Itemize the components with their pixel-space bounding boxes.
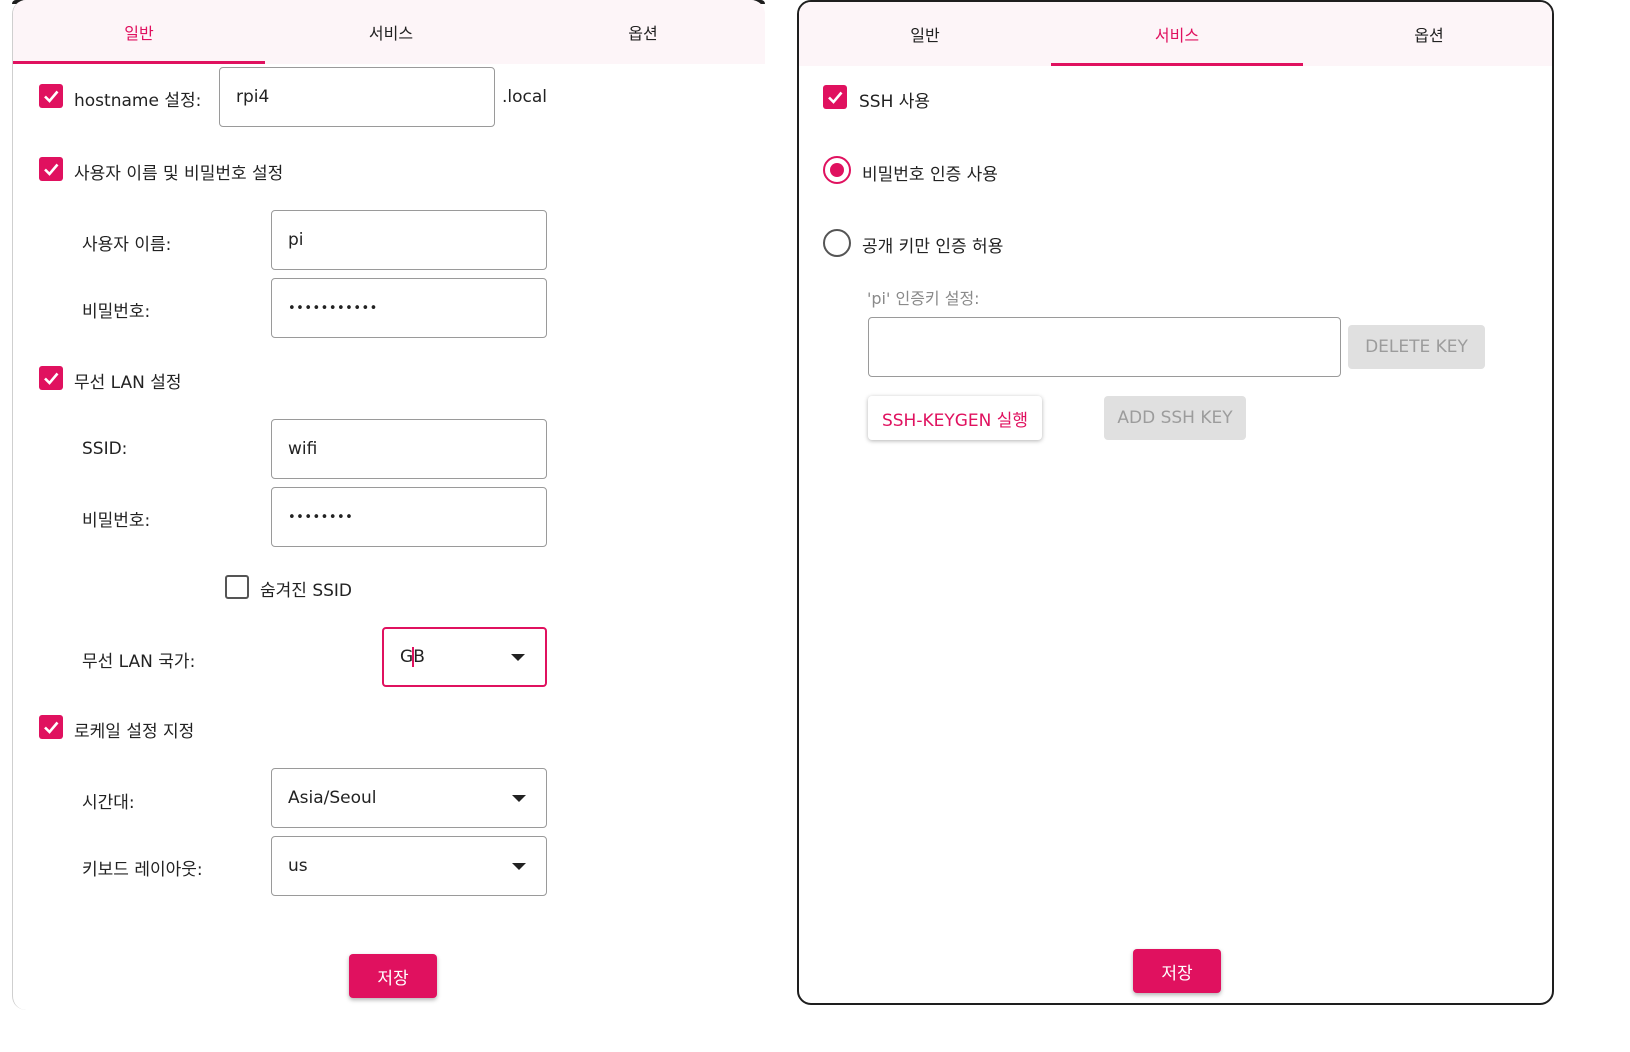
timezone-value: Asia/Seoul [288, 788, 377, 808]
save-button[interactable]: 저장 [1133, 949, 1221, 993]
wifi-password-label: 비밀번호: [82, 511, 151, 531]
locale-label: 로케일 설정 지정 [74, 722, 195, 742]
user-settings-label: 사용자 이름 및 비밀번호 설정 [74, 164, 284, 184]
user-password-label: 비밀번호: [82, 302, 151, 322]
hostname-label: hostname 설정: [74, 91, 202, 111]
ssh-enable-label: SSH 사용 [859, 92, 931, 112]
tab-bar: 일반 서비스 옵션 [799, 2, 1552, 66]
check-icon [44, 163, 59, 176]
tab-general[interactable]: 일반 [13, 0, 265, 64]
password-auth-label: 비밀번호 인증 사용 [862, 165, 998, 185]
tab-services[interactable]: 서비스 [1051, 2, 1303, 66]
tab-options[interactable]: 옵션 [1303, 2, 1552, 66]
ssh-enable-checkbox[interactable] [823, 85, 847, 109]
username-label: 사용자 이름: [82, 235, 172, 255]
user-password-input[interactable]: ••••••••••• [271, 278, 547, 338]
ssh-keygen-button[interactable]: SSH-KEYGEN 실행 [868, 396, 1042, 440]
tab-bar: 일반 서비스 옵션 [13, 0, 765, 64]
wifi-password-input[interactable]: •••••••• [271, 487, 547, 547]
services-settings-panel: 일반 서비스 옵션 SSH 사용 비밀번호 인증 사용 공개 키만 인증 허용 … [797, 0, 1554, 1005]
dropdown-arrow-icon [512, 795, 526, 802]
hostname-suffix: .local [502, 87, 548, 107]
dropdown-arrow-icon [512, 863, 526, 870]
tab-options[interactable]: 옵션 [517, 0, 765, 64]
user-settings-checkbox[interactable] [39, 157, 63, 181]
keyboard-select[interactable]: us [271, 836, 547, 896]
wifi-label: 무선 LAN 설정 [74, 373, 182, 393]
wifi-country-value-end: B [413, 647, 425, 667]
hidden-ssid-checkbox[interactable] [225, 575, 249, 599]
dropdown-arrow-icon [511, 654, 525, 661]
pubkey-auth-label: 공개 키만 인증 허용 [862, 237, 1004, 257]
general-settings-panel: 일반 서비스 옵션 hostname 설정: rpi4 .local 사용자 이… [12, 0, 765, 1010]
authkey-label: 'pi' 인증키 설정: [867, 289, 980, 308]
check-icon [44, 721, 59, 734]
tab-services[interactable]: 서비스 [265, 0, 517, 64]
keyboard-value: us [288, 856, 308, 876]
hostname-input[interactable]: rpi4 [219, 67, 495, 127]
ssid-input[interactable]: wifi [271, 419, 547, 479]
timezone-select[interactable]: Asia/Seoul [271, 768, 547, 828]
ssid-label: SSID: [82, 439, 128, 459]
wifi-country-select[interactable]: GB [382, 627, 547, 687]
tab-general[interactable]: 일반 [799, 2, 1051, 66]
save-button[interactable]: 저장 [349, 954, 437, 998]
delete-key-button[interactable]: DELETE KEY [1348, 325, 1485, 369]
hidden-ssid-label: 숨겨진 SSID [260, 581, 353, 601]
hostname-checkbox[interactable] [39, 84, 63, 108]
username-input[interactable]: pi [271, 210, 547, 270]
check-icon [828, 91, 843, 104]
active-tab-indicator [13, 61, 265, 64]
password-auth-radio[interactable] [823, 156, 851, 184]
wifi-checkbox[interactable] [39, 366, 63, 390]
timezone-label: 시간대: [82, 793, 135, 813]
authkey-input[interactable] [868, 317, 1341, 377]
add-ssh-key-button[interactable]: ADD SSH KEY [1104, 396, 1246, 440]
check-icon [44, 90, 59, 103]
keyboard-label: 키보드 레이아웃: [82, 860, 203, 880]
pubkey-auth-radio[interactable] [823, 229, 851, 257]
check-icon [44, 372, 59, 385]
locale-checkbox[interactable] [39, 715, 63, 739]
active-tab-indicator [1051, 63, 1303, 66]
wifi-country-label: 무선 LAN 국가: [82, 652, 196, 672]
